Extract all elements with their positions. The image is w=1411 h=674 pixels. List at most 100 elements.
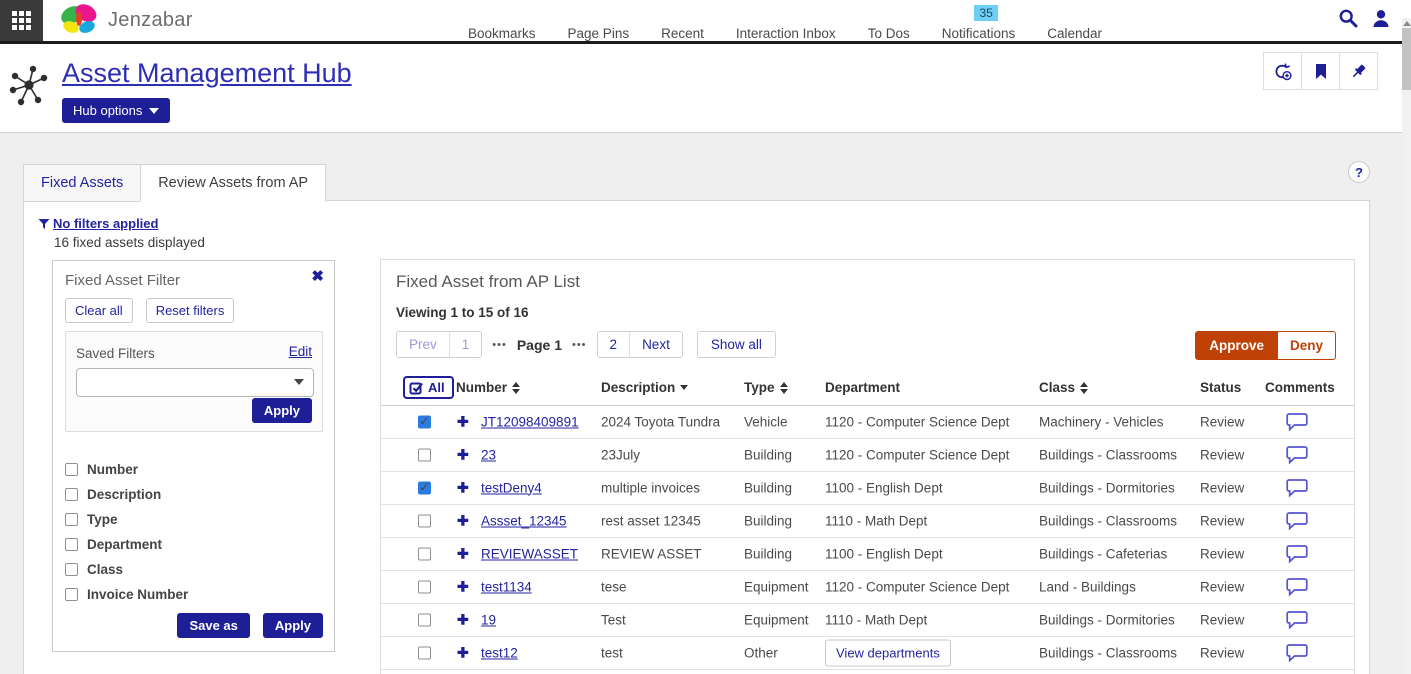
nav-item-notifications[interactable]: Notifications35 [926,26,1032,41]
expand-row-plus-icon[interactable]: ✚ [457,413,469,430]
edit-saved-filters-link[interactable]: Edit [289,344,312,359]
nav-item-label: Notifications [942,26,1016,41]
asset-department: 1110 - Math Dept [825,612,927,627]
nav-item-recent[interactable]: Recent [645,26,720,41]
show-all-button[interactable]: Show all [697,331,776,358]
row-checkbox[interactable] [418,448,431,461]
saved-filters-apply-button[interactable]: Apply [252,398,312,423]
page-1-button[interactable]: 1 [450,332,482,357]
comment-bubble-button[interactable] [1286,478,1308,497]
row-checkbox[interactable]: ✓ [418,481,431,494]
row-checkbox[interactable] [418,547,431,560]
comment-bubble-button[interactable] [1286,577,1308,596]
pin-button[interactable] [1339,52,1378,90]
asset-number-link[interactable]: testDeny4 [481,480,542,495]
tab-fixed-assets[interactable]: Fixed Assets [23,164,141,202]
scrollbar-thumb[interactable] [1402,28,1411,90]
search-icon[interactable] [1338,8,1358,28]
jenzabar-logo[interactable]: Jenzabar [58,2,193,39]
select-all-button[interactable]: All [403,376,454,399]
asset-number-link[interactable]: test1134 [481,579,532,594]
column-header-description[interactable]: Description [601,380,688,395]
column-header-type[interactable]: Type [744,380,788,395]
vertical-scrollbar[interactable] [1402,18,1411,674]
column-header-label: Type [744,380,775,395]
no-filters-applied-link[interactable]: No filters applied [53,216,158,231]
bookmark-button[interactable] [1301,52,1340,90]
save-as-button[interactable]: Save as [177,613,249,638]
comment-bubble-button[interactable] [1286,412,1308,431]
switch-hub-button[interactable] [1263,52,1302,90]
column-header-number[interactable]: Number [456,380,520,395]
prev-page-button[interactable]: Prev [397,332,450,357]
expand-row-plus-icon[interactable]: ✚ [457,446,469,463]
topbar: Jenzabar BookmarksPage PinsRecentInterac… [0,0,1411,44]
scroll-up-arrow-icon[interactable] [1403,21,1411,26]
comment-bubble-button[interactable] [1286,610,1308,629]
expand-row-plus-icon[interactable]: ✚ [457,512,469,529]
help-icon[interactable]: ? [1348,161,1370,183]
row-checkbox[interactable] [418,514,431,527]
page-title[interactable]: Asset Management Hub [62,58,352,89]
asset-number-link[interactable]: REVIEWASSET [481,546,578,561]
table-row: ✚2323JulyBuilding1120 - Computer Science… [381,438,1354,472]
filter-field-checkbox[interactable] [65,463,78,476]
page-2-button[interactable]: 2 [598,332,631,357]
filter-field-label: Class [87,562,123,577]
asset-department: 1120 - Computer Science Dept [825,414,1009,429]
saved-filters-select[interactable] [76,368,314,397]
row-checkbox[interactable] [418,613,431,626]
asset-number-link[interactable]: test12 [481,645,518,660]
nav-item-to-dos[interactable]: To Dos [852,26,926,41]
filter-field-checkbox[interactable] [65,538,78,551]
column-header-label: Comments [1265,380,1335,395]
comment-icon [1286,511,1308,530]
filter-field-checkbox[interactable] [65,513,78,526]
expand-row-plus-icon[interactable]: ✚ [457,545,469,562]
expand-row-plus-icon[interactable]: ✚ [457,644,469,661]
notifications-badge: 35 [974,5,997,21]
checkbox-check-icon [409,380,424,395]
clear-all-button[interactable]: Clear all [65,298,133,323]
row-checkbox[interactable] [418,580,431,593]
comment-bubble-button[interactable] [1286,445,1308,464]
table-row: ✚Assset_12345rest asset 12345Building111… [381,504,1354,538]
column-header-class[interactable]: Class [1039,380,1088,395]
tab-review-assets-from-ap[interactable]: Review Assets from AP [140,164,326,202]
asset-number-link[interactable]: JT12098409891 [481,414,579,429]
nav-item-bookmarks[interactable]: Bookmarks [452,26,552,41]
user-icon[interactable] [1371,8,1391,28]
reset-filters-button[interactable]: Reset filters [146,298,235,323]
filter-panel-title: Fixed Asset Filter [65,272,180,289]
filter-field-checkbox[interactable] [65,588,78,601]
filter-field-checkbox[interactable] [65,488,78,501]
asset-department: 1120 - Computer Science Dept [825,579,1009,594]
comment-bubble-button[interactable] [1286,544,1308,563]
comment-bubble-button[interactable] [1286,511,1308,530]
row-checkbox[interactable]: ✓ [418,415,431,428]
column-header-label: Description [601,380,675,395]
asset-status: Review [1200,447,1244,462]
deny-button[interactable]: Deny [1278,331,1336,360]
asset-number-link[interactable]: 19 [481,612,496,627]
asset-status: Review [1200,414,1244,429]
expand-row-plus-icon[interactable]: ✚ [457,479,469,496]
close-icon[interactable]: ✖ [311,267,324,285]
filter-field-checkbox[interactable] [65,563,78,576]
expand-row-plus-icon[interactable]: ✚ [457,578,469,595]
approve-button[interactable]: Approve [1195,331,1278,360]
nav-item-page-pins[interactable]: Page Pins [552,26,646,41]
hub-options-button[interactable]: Hub options [62,98,170,123]
comment-bubble-button[interactable] [1286,643,1308,662]
app-launcher-button[interactable] [0,0,43,41]
nav-item-interaction-inbox[interactable]: Interaction Inbox [720,26,852,41]
asset-number-link[interactable]: Assset_12345 [481,513,567,528]
nav-item-calendar[interactable]: Calendar [1031,26,1118,41]
next-page-button[interactable]: Next [630,332,682,357]
filter-apply-button[interactable]: Apply [263,613,323,638]
asset-number-link[interactable]: 23 [481,447,496,462]
expand-row-plus-icon[interactable]: ✚ [457,611,469,628]
view-departments-button[interactable]: View departments [825,639,951,666]
asset-department: 1110 - Math Dept [825,513,927,528]
row-checkbox[interactable] [418,646,431,659]
